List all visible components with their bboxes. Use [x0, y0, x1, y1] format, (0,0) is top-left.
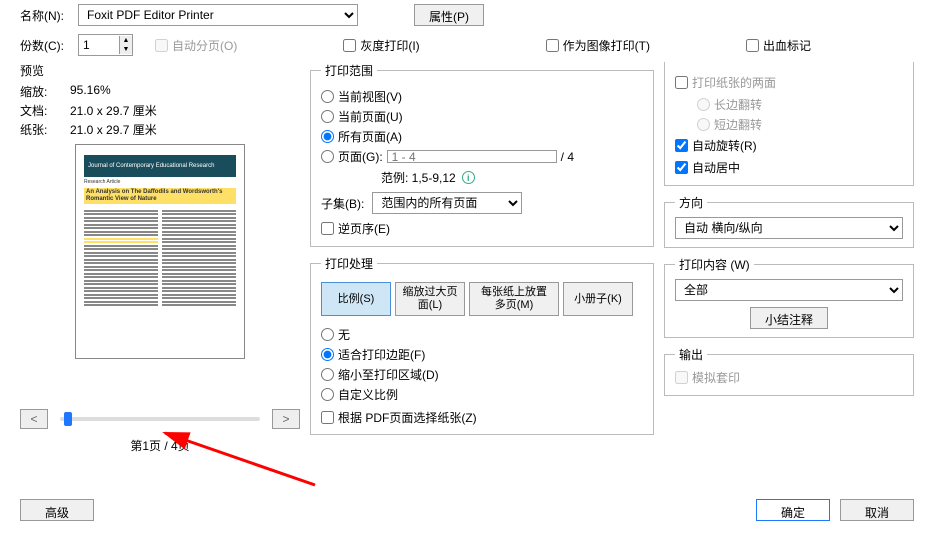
slider-thumb-icon[interactable] [64, 412, 72, 426]
simulate-overprint-checkbox: 模拟套印 [675, 369, 740, 386]
tab-shrink-oversized[interactable]: 缩放过大页面(L) [395, 282, 465, 316]
print-as-image-checkbox[interactable]: 作为图像打印(T) [546, 37, 650, 54]
thumb-journal-title: Journal of Contemporary Educational Rese… [84, 155, 236, 177]
current-view-radio[interactable] [321, 90, 334, 103]
copies-input[interactable] [79, 35, 119, 55]
collate-checkbox: 自动分页(O) [155, 37, 237, 54]
preview-thumbnail: Journal of Contemporary Educational Rese… [75, 144, 245, 359]
pages-input[interactable] [387, 150, 557, 163]
current-page-radio[interactable] [321, 110, 334, 123]
paper-value: 21.0 x 29.7 厘米 [70, 121, 157, 138]
output-group: 输出 模拟套印 [664, 346, 914, 396]
scale-shrink-radio[interactable] [321, 368, 334, 381]
auto-center-checkbox[interactable]: 自动居中 [675, 159, 740, 176]
duplex-checkbox[interactable]: 打印纸张的两面 [675, 74, 776, 91]
tab-scale[interactable]: 比例(S) [321, 282, 391, 316]
scale-value: 95.16% [70, 83, 111, 100]
scale-none-radio[interactable] [321, 328, 334, 341]
subset-label: 子集(B): [321, 195, 364, 212]
print-range-title: 打印范围 [321, 62, 377, 79]
spin-up-icon[interactable]: ▲ [120, 36, 132, 45]
print-handling-title: 打印处理 [321, 255, 377, 272]
range-hint: 范例: 1,5-9,12 [381, 169, 456, 186]
ok-button[interactable]: 确定 [756, 499, 830, 521]
printer-name-label: 名称(N): [20, 7, 70, 24]
paper-label: 纸张: [20, 121, 70, 138]
choose-paper-by-pdf-checkbox[interactable]: 根据 PDF页面选择纸张(Z) [321, 409, 643, 426]
prev-page-button[interactable]: < [20, 409, 48, 429]
page-indicator: 第1页 / 4页 [20, 437, 300, 454]
properties-button[interactable]: 属性(P) [414, 4, 484, 26]
page-slider[interactable] [60, 417, 260, 421]
copies-label: 份数(C): [20, 37, 70, 54]
print-range-group: 打印范围 当前视图(V) 当前页面(U) 所有页面(A) 页面(G): / 4 … [310, 62, 654, 247]
pages-radio[interactable] [321, 150, 334, 163]
doc-label: 文档: [20, 102, 70, 119]
scale-custom-radio[interactable] [321, 388, 334, 401]
advanced-button[interactable]: 高级 [20, 499, 94, 521]
summarize-comments-button[interactable]: 小结注释 [750, 307, 828, 329]
print-content-group: 打印内容 (W) 全部 小结注释 [664, 256, 914, 338]
auto-rotate-checkbox[interactable]: 自动旋转(R) [675, 137, 757, 154]
output-title: 输出 [675, 346, 707, 363]
cancel-button[interactable]: 取消 [840, 499, 914, 521]
tab-booklet[interactable]: 小册子(K) [563, 282, 633, 316]
scale-label: 缩放: [20, 83, 70, 100]
bleed-marks-checkbox[interactable]: 出血标记 [746, 37, 811, 54]
print-content-select[interactable]: 全部 [675, 279, 903, 301]
orientation-group: 方向 自动 横向/纵向 [664, 194, 914, 248]
pages-total: / 4 [561, 150, 574, 164]
orientation-select[interactable]: 自动 横向/纵向 [675, 217, 903, 239]
grayscale-checkbox[interactable]: 灰度打印(I) [343, 37, 419, 54]
subset-select[interactable]: 范围内的所有页面 [372, 192, 522, 214]
orientation-title: 方向 [675, 194, 707, 211]
info-icon[interactable]: i [462, 171, 475, 184]
printer-select[interactable]: Foxit PDF Editor Printer [78, 4, 358, 26]
doc-value: 21.0 x 29.7 厘米 [70, 102, 157, 119]
tab-multiple-per-sheet[interactable]: 每张纸上放置多页(M) [469, 282, 559, 316]
spin-down-icon[interactable]: ▼ [120, 45, 132, 54]
preview-title: 预览 [20, 62, 300, 79]
print-content-title: 打印内容 (W) [675, 256, 754, 273]
all-pages-radio[interactable] [321, 130, 334, 143]
next-page-button[interactable]: > [272, 409, 300, 429]
print-handling-group: 打印处理 比例(S) 缩放过大页面(L) 每张纸上放置多页(M) 小册子(K) … [310, 255, 654, 435]
thumb-article-title: An Analysis on The Daffodils and Wordswo… [84, 188, 236, 204]
scale-fit-radio[interactable] [321, 348, 334, 361]
copies-stepper[interactable]: ▲▼ [78, 34, 133, 56]
reverse-order-checkbox[interactable]: 逆页序(E) [321, 220, 390, 237]
long-edge-radio [697, 98, 710, 111]
short-edge-radio [697, 118, 710, 131]
duplex-group: 打印纸张的两面 长边翻转 短边翻转 自动旋转(R) 自动居中 [664, 62, 914, 186]
